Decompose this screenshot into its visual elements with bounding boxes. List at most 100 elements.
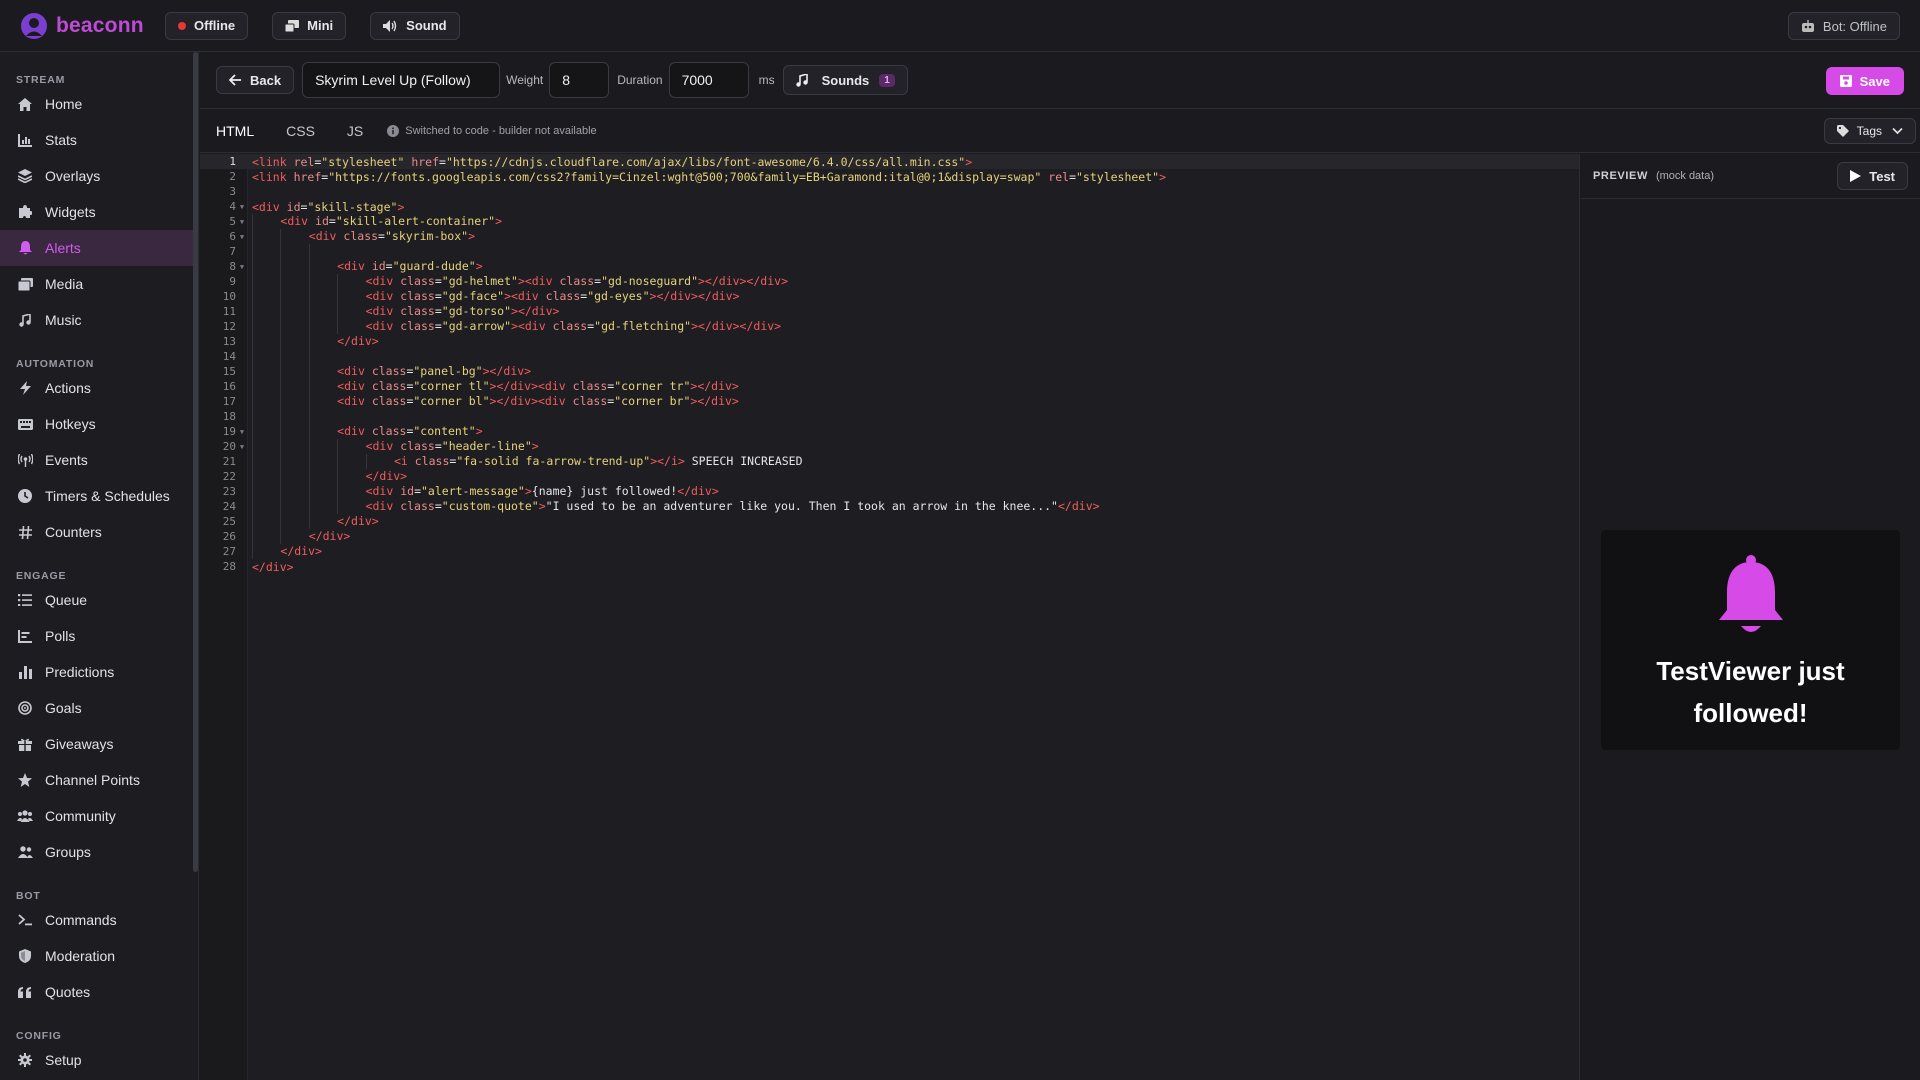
code-line[interactable]: 22 </div> bbox=[200, 469, 1579, 484]
fold-arrow-icon[interactable]: ▼ bbox=[236, 443, 248, 451]
code-text: <div class="corner bl"></div><div class=… bbox=[248, 394, 739, 409]
quote-icon bbox=[17, 984, 33, 1000]
code-line[interactable]: 19 ▼ <div class="content"> bbox=[200, 424, 1579, 439]
test-button[interactable]: Test bbox=[1837, 162, 1908, 190]
sidebar-item-actions[interactable]: Actions bbox=[0, 370, 198, 406]
home-icon bbox=[17, 96, 33, 112]
stream-status-button[interactable]: Offline bbox=[165, 11, 249, 40]
bot-status-button[interactable]: Bot: Offline bbox=[1787, 12, 1900, 40]
fold-arrow-icon[interactable]: ▼ bbox=[236, 203, 248, 211]
code-lines[interactable]: 1 <link rel="stylesheet" href="https://cd… bbox=[200, 154, 1579, 574]
sidebar-item-timers-schedules[interactable]: Timers & Schedules bbox=[0, 478, 198, 514]
alert-name-input[interactable]: Skyrim Level Up (Follow) bbox=[302, 62, 501, 98]
hash-icon bbox=[17, 524, 33, 540]
code-line[interactable]: 24 <div class="custom-quote">"I used to b… bbox=[200, 499, 1579, 514]
sidebar-item-label: Queue bbox=[45, 592, 88, 608]
sidebar-item-queue[interactable]: Queue bbox=[0, 582, 198, 618]
sidebar-item-media[interactable]: Media bbox=[0, 266, 198, 302]
sidebar-item-home[interactable]: Home bbox=[0, 86, 198, 122]
code-line[interactable]: 4 ▼ <div id="skill-stage"> bbox=[200, 199, 1579, 214]
code-line[interactable]: 16 <div class="corner tl"></div><div clas… bbox=[200, 379, 1579, 394]
alert-preview-text: TestViewer just followed! bbox=[1656, 656, 1845, 728]
duration-input[interactable]: 7000 bbox=[668, 62, 749, 98]
save-button[interactable]: Save bbox=[1825, 67, 1904, 95]
code-text: <link href="https://fonts.googleapis.com… bbox=[252, 169, 1167, 184]
code-line[interactable]: 3 bbox=[200, 184, 1579, 199]
code-line[interactable]: 12 <div class="gd-arrow"><div class="gd-f… bbox=[200, 319, 1579, 334]
back-label: Back bbox=[250, 72, 282, 88]
code-line[interactable]: 15 <div class="panel-bg"></div> bbox=[200, 364, 1579, 379]
sidebar-item-overlays[interactable]: Overlays bbox=[0, 158, 198, 194]
code-line[interactable]: 11 <div class="gd-torso"></div> bbox=[200, 304, 1579, 319]
sidebar-item-community[interactable]: Community bbox=[0, 798, 198, 834]
sidebar-item-channel-points[interactable]: Channel Points bbox=[0, 762, 198, 798]
code-line[interactable]: 27 </div> bbox=[200, 544, 1579, 559]
code-line[interactable]: 20 ▼ <div class="header-line"> bbox=[200, 439, 1579, 454]
fold-arrow-icon[interactable]: ▼ bbox=[236, 218, 248, 226]
code-line[interactable]: 21 <i class="fa-solid fa-arrow-trend-up">… bbox=[200, 454, 1579, 469]
sidebar-item-goals[interactable]: Goals bbox=[0, 690, 198, 726]
play-icon bbox=[1850, 170, 1862, 182]
fold-arrow-icon[interactable]: ▼ bbox=[236, 428, 248, 436]
bot-status-label: Bot: Offline bbox=[1822, 18, 1887, 34]
weight-input[interactable]: 8 bbox=[549, 62, 610, 98]
sidebar-item-moderation[interactable]: Moderation bbox=[0, 938, 198, 974]
code-text bbox=[248, 349, 337, 364]
sidebar-item-polls[interactable]: Polls bbox=[0, 618, 198, 654]
code-line[interactable]: 1 <link rel="stylesheet" href="https://cd… bbox=[200, 154, 1579, 169]
code-line[interactable]: 18 bbox=[200, 409, 1579, 424]
sidebar-section-bot: BOT bbox=[16, 890, 41, 902]
code-text: <div class="custom-quote">"I used to be … bbox=[248, 499, 1100, 514]
code-editor[interactable]: 1 <link rel="stylesheet" href="https://cd… bbox=[200, 154, 1580, 1080]
code-line[interactable]: 7 bbox=[200, 244, 1579, 259]
sidebar-item-quotes[interactable]: Quotes bbox=[0, 974, 198, 1010]
sidebar-scrollbar[interactable] bbox=[193, 52, 198, 872]
sidebar-item-giveaways[interactable]: Giveaways bbox=[0, 726, 198, 762]
sidebar-item-predictions[interactable]: Predictions bbox=[0, 654, 198, 690]
sidebar-item-hotkeys[interactable]: Hotkeys bbox=[0, 406, 198, 442]
sidebar-item-music[interactable]: Music bbox=[0, 302, 198, 338]
sidebar-item-setup[interactable]: Setup bbox=[0, 1042, 198, 1078]
preview-header: PREVIEW (mock data) Test bbox=[1581, 154, 1920, 199]
line-number: 23 bbox=[222, 485, 236, 498]
code-line[interactable]: 25 </div> bbox=[200, 514, 1579, 529]
tags-dropdown[interactable]: Tags bbox=[1823, 118, 1916, 144]
sound-button[interactable]: Sound bbox=[370, 11, 460, 40]
sidebar-item-commands[interactable]: Commands bbox=[0, 902, 198, 938]
tab-html[interactable]: HTML bbox=[216, 123, 254, 139]
code-line[interactable]: 8 ▼ <div id="guard-dude"> bbox=[200, 259, 1579, 274]
sidebar-item-widgets[interactable]: Widgets bbox=[0, 194, 198, 230]
sidebar-item-stats[interactable]: Stats bbox=[0, 122, 198, 158]
line-number: 28 bbox=[222, 560, 236, 573]
code-line[interactable]: 9 <div class="gd-helmet"><div class="gd-n… bbox=[200, 274, 1579, 289]
code-line[interactable]: 28 </div> bbox=[200, 559, 1579, 574]
line-number: 12 bbox=[222, 320, 236, 333]
code-line[interactable]: 5 ▼ <div id="skill-alert-container"> bbox=[200, 214, 1579, 229]
code-line[interactable]: 17 <div class="corner bl"></div><div clas… bbox=[200, 394, 1579, 409]
code-line[interactable]: 14 bbox=[200, 349, 1579, 364]
brand-logo[interactable]: beaconn bbox=[20, 12, 165, 40]
code-text: <div id="skill-stage"> bbox=[252, 199, 405, 214]
back-button[interactable]: Back bbox=[216, 66, 295, 94]
tab-js[interactable]: JS bbox=[347, 123, 363, 139]
fold-arrow-icon[interactable]: ▼ bbox=[236, 233, 248, 241]
brand-name: beaconn bbox=[56, 13, 144, 37]
code-line[interactable]: 23 <div id="alert-message">{name} just fo… bbox=[200, 484, 1579, 499]
code-line[interactable]: 2 <link href="https://fonts.googleapis.co… bbox=[200, 169, 1579, 184]
code-line[interactable]: 10 <div class="gd-face"><div class="gd-ey… bbox=[200, 289, 1579, 304]
sidebar-item-groups[interactable]: Groups bbox=[0, 834, 198, 870]
mini-button[interactable]: Mini bbox=[272, 11, 347, 40]
code-line[interactable]: 13 </div> bbox=[200, 334, 1579, 349]
sidebar-item-alerts[interactable]: Alerts bbox=[0, 230, 198, 266]
mini-label: Mini bbox=[307, 18, 334, 33]
code-line[interactable]: 6 ▼ <div class="skyrim-box"> bbox=[200, 229, 1579, 244]
code-line[interactable]: 26 </div> bbox=[200, 529, 1579, 544]
sidebar-item-counters[interactable]: Counters bbox=[0, 514, 198, 550]
fold-arrow-icon[interactable]: ▼ bbox=[236, 263, 248, 271]
line-number: 24 bbox=[222, 500, 236, 513]
line-number: 17 bbox=[222, 395, 236, 408]
tab-css[interactable]: CSS bbox=[286, 123, 315, 139]
sidebar-item-events[interactable]: Events bbox=[0, 442, 198, 478]
sounds-button[interactable]: Sounds 1 bbox=[782, 65, 908, 95]
line-number: 11 bbox=[222, 305, 236, 318]
